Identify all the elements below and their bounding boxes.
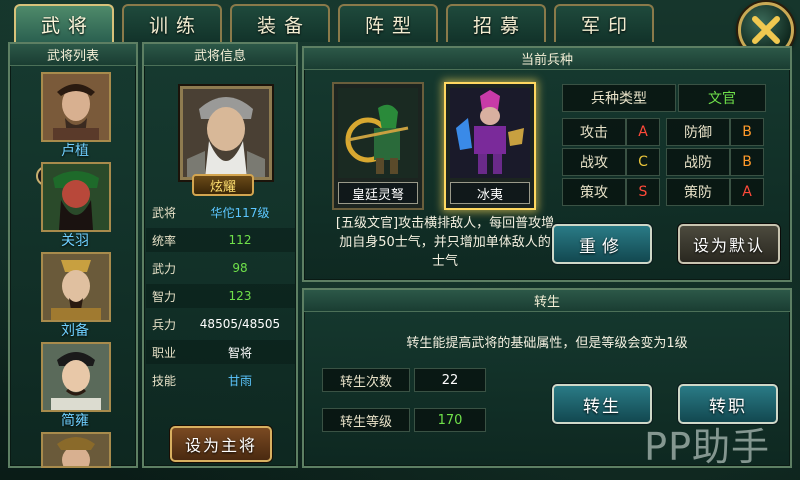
stat-value: 98 — [232, 261, 248, 275]
general-name[interactable]: 卢植 — [20, 140, 130, 160]
crossbow-unit-icon — [338, 88, 418, 178]
stat-row-profession: 职业 智将 — [146, 340, 296, 364]
stat-value: 48505/48505 — [199, 317, 281, 331]
watermark: PP助手 — [644, 425, 770, 469]
rebirth-level-label: 转生等级 — [322, 408, 410, 432]
stat-row-command: 统率 112 — [146, 228, 296, 252]
set-master-button[interactable]: 设为主将 — [170, 426, 272, 462]
grade-key: 战攻 — [562, 148, 626, 176]
general-name[interactable]: 关羽 — [20, 230, 130, 250]
tab-bar: 武将 训练 装备 阵型 招募 军印 — [14, 4, 654, 42]
tab-army-seal[interactable]: 军印 — [554, 4, 654, 42]
stat-row-troops: 兵力 48505/48505 — [146, 312, 296, 336]
troop-description: [五级文官]攻击横排敌人，每回普攻增加自身50士气，并只增加单体敌人的士气 — [335, 216, 555, 269]
tab-generals[interactable]: 武将 — [14, 4, 114, 42]
portrait-image — [43, 254, 109, 320]
grade-key: 战防 — [666, 148, 730, 176]
stat-value: 智将 — [227, 345, 252, 360]
troop-title: 当前兵种 — [304, 48, 790, 70]
grade-value: A — [626, 118, 660, 146]
grade-key: 策攻 — [562, 178, 626, 206]
tab-equipment[interactable]: 装备 — [230, 4, 330, 42]
rebuild-button[interactable]: 重修 — [552, 224, 652, 264]
tab-recruit[interactable]: 招募 — [446, 4, 546, 42]
grade-key: 攻击 — [562, 118, 626, 146]
grade-row: 攻击 A 防御 B — [562, 118, 766, 146]
stat-key: 武将 — [152, 205, 177, 220]
close-icon — [752, 16, 780, 44]
stat-key: 技能 — [152, 373, 177, 388]
portrait-image — [43, 74, 109, 140]
grade-row: 战攻 C 战防 B — [562, 148, 766, 176]
stat-value[interactable]: 甘雨 — [184, 372, 296, 389]
unit-name: 皇廷灵弩 — [338, 182, 418, 204]
type-label: 兵种类型 — [562, 84, 676, 112]
troop-type-table: 兵种类型 文官 攻击 A 防御 B 战攻 C 战防 B 策攻 S 策防 A — [562, 84, 766, 208]
rebirth-count-label: 转生次数 — [322, 368, 410, 392]
troop-panel: 当前兵种 皇廷灵弩 冰夷 [五级文官]攻击横排敌人，每回普攻增加自身50士气，并… — [302, 46, 792, 282]
rebirth-count-value: 22 — [414, 368, 486, 392]
stat-row-skill: 技能 甘雨 — [146, 368, 296, 392]
grade-key: 策防 — [666, 178, 730, 206]
general-list-title: 武将列表 — [10, 44, 136, 66]
grade-key: 防御 — [666, 118, 730, 146]
type-value: 文官 — [678, 84, 766, 112]
stat-row-intellect: 智力 123 — [146, 284, 296, 308]
general-portrait-luzhi[interactable] — [41, 72, 111, 142]
general-portrait-next[interactable] — [41, 432, 111, 468]
tab-formation[interactable]: 阵型 — [338, 4, 438, 42]
grade-value: B — [730, 118, 764, 146]
type-row: 兵种类型 文官 — [562, 84, 766, 112]
ice-unit-icon — [450, 88, 530, 178]
stat-value: 华佗117级 — [210, 205, 270, 220]
rebirth-count-row: 转生次数 22 — [322, 368, 486, 392]
portrait-image — [43, 164, 109, 230]
general-list-panel: 武将列表 卢植 主 关羽 刘备 — [8, 42, 138, 468]
stat-key: 武力 — [152, 261, 177, 276]
rebirth-level-row: 转生等级 170 — [322, 408, 486, 432]
stat-value: 112 — [228, 233, 252, 247]
general-portrait-main — [180, 86, 272, 180]
portrait-image — [43, 344, 109, 410]
general-portrait-jianyong[interactable] — [41, 342, 111, 412]
stat-key: 兵力 — [152, 317, 177, 332]
general-info-title: 武将信息 — [144, 44, 296, 66]
unit-card-imperial-crossbow[interactable]: 皇廷灵弩 — [332, 82, 424, 210]
title-badge[interactable]: 炫耀 — [192, 174, 254, 196]
tab-training[interactable]: 训练 — [122, 4, 222, 42]
general-info-panel: 武将信息 炫耀 武将 华佗117级 统率 112 武力 98 智力 123 兵力… — [142, 42, 298, 468]
set-default-button[interactable]: 设为默认 — [678, 224, 780, 264]
stat-key: 职业 — [152, 345, 177, 360]
general-portrait-guanyu[interactable] — [41, 162, 111, 232]
stat-key: 统率 — [152, 233, 177, 248]
general-portrait-liubei[interactable] — [41, 252, 111, 322]
general-name[interactable]: 刘备 — [20, 320, 130, 340]
stat-value: 123 — [228, 289, 252, 303]
rebirth-level-value: 170 — [414, 408, 486, 432]
portrait-image — [183, 89, 269, 177]
rebirth-button[interactable]: 转生 — [552, 384, 652, 424]
rebirth-title: 转生 — [304, 290, 790, 312]
unit-name: 冰夷 — [450, 182, 530, 204]
stat-row-force: 武力 98 — [146, 256, 296, 280]
stat-key: 智力 — [152, 289, 177, 304]
grade-value: A — [730, 178, 764, 206]
grade-row: 策攻 S 策防 A — [562, 178, 766, 206]
general-name[interactable]: 简雍 — [20, 410, 130, 430]
grade-value: B — [730, 148, 764, 176]
grade-value: S — [626, 178, 660, 206]
grade-value: C — [626, 148, 660, 176]
unit-card-bingyi[interactable]: 冰夷 — [444, 82, 536, 210]
stat-row-general: 武将 华佗117级 — [146, 200, 296, 224]
portrait-image — [43, 434, 109, 466]
rebirth-description: 转生能提高武将的基础属性，但是等级会变为1级 — [406, 336, 688, 351]
